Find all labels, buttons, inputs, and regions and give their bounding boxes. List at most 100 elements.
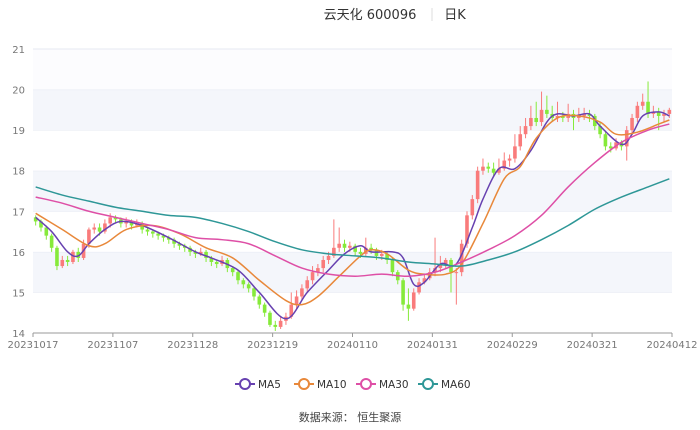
candle-body: [529, 117, 533, 127]
candle-body: [454, 272, 459, 274]
period-label[interactable]: 日K: [444, 8, 466, 23]
grid-band: [33, 89, 672, 131]
candle-body: [342, 243, 347, 248]
candle-body: [486, 166, 491, 169]
data-source: 数据来源： 恒生聚源: [299, 410, 402, 424]
candle-body: [278, 320, 283, 327]
candle-body: [411, 292, 416, 309]
candle-body: [401, 280, 405, 305]
grid-band: [33, 251, 672, 293]
candle-body: [151, 231, 155, 234]
x-tick-label: 20240412: [647, 340, 698, 351]
y-tick-label: 21: [12, 45, 25, 56]
y-tick-label: 16: [12, 248, 25, 259]
candle-body: [156, 233, 160, 236]
candle-body: [406, 304, 411, 309]
candle-body: [145, 229, 150, 232]
candle-down: [268, 310, 272, 327]
candle-body: [268, 312, 272, 325]
y-tick-label: 15: [12, 288, 25, 299]
candle-body: [294, 296, 299, 305]
candle-body: [513, 146, 517, 159]
candle-body: [241, 280, 246, 285]
legend-label: MA30: [379, 379, 409, 391]
legend-circle-icon: [360, 378, 372, 390]
candle-body: [108, 217, 113, 224]
candle-body: [630, 117, 634, 131]
grid-band: [33, 211, 672, 252]
legend-item-ma60[interactable]: MA60: [418, 378, 471, 391]
candle-body: [640, 101, 645, 106]
legend-item-ma5[interactable]: MA5: [235, 378, 281, 391]
candle-body: [246, 284, 251, 289]
candle-body: [310, 272, 315, 281]
y-tick-label: 18: [12, 167, 25, 178]
y-tick-label: 19: [12, 126, 25, 137]
candle-body: [273, 324, 278, 327]
candle-body: [337, 243, 341, 248]
candle-body: [603, 134, 608, 147]
candle-body: [262, 304, 267, 313]
candle-body: [379, 253, 384, 256]
legend-label: MA5: [258, 379, 281, 391]
candle-body: [635, 105, 640, 118]
candle-body: [65, 259, 70, 262]
candle-body: [348, 245, 352, 248]
candle-up: [475, 166, 480, 204]
grid-band: [33, 292, 672, 333]
legend-circle-icon: [422, 378, 434, 390]
candle-body: [55, 247, 59, 267]
grid-band: [33, 49, 672, 90]
legend-item-ma10[interactable]: MA10: [294, 378, 347, 391]
candle-body: [481, 166, 485, 171]
x-tick-label: 20231219: [247, 340, 298, 351]
candle-body: [236, 272, 240, 281]
grid-band: [33, 170, 672, 212]
candle-body: [300, 288, 304, 297]
legend-circle-icon: [239, 378, 251, 390]
candle-body: [326, 255, 331, 260]
x-tick-label: 20240131: [407, 340, 458, 351]
candle-body: [417, 282, 421, 293]
y-tick-label: 20: [12, 86, 25, 97]
legend-item-ma30[interactable]: MA30: [356, 378, 409, 391]
candle-body: [252, 288, 256, 297]
legend-circle-icon: [298, 378, 310, 390]
kline-chart: 云天化 600096 日K 14 15 16 17 18 19 20 21 20231017 2…: [8, 8, 698, 424]
chart-title: 云天化 600096: [324, 8, 417, 23]
candle-body: [60, 259, 65, 267]
candle-body: [518, 134, 523, 147]
candle-body: [97, 227, 102, 232]
candle-body: [321, 259, 326, 269]
candle-body: [71, 251, 75, 262]
candle-body: [44, 227, 49, 236]
candle-body: [230, 268, 235, 273]
x-tick-label: 20231017: [8, 340, 59, 351]
grid-band: [33, 130, 672, 171]
candle-body: [390, 259, 395, 273]
candle-body: [470, 199, 475, 216]
legend-label: MA60: [441, 379, 471, 391]
candle-body: [534, 117, 539, 123]
candle-body: [545, 109, 549, 114]
candle-body: [507, 158, 512, 161]
candle-body: [214, 262, 219, 265]
x-tick-label: 20240229: [487, 340, 538, 351]
candle-body: [49, 235, 54, 248]
x-tick-label: 20231107: [87, 340, 138, 351]
x-tick-label: 20231128: [167, 340, 218, 351]
y-tick-label: 14: [12, 329, 25, 340]
candle-up: [71, 249, 75, 265]
candle-body: [475, 170, 480, 200]
x-tick-label: 20240110: [327, 340, 378, 351]
candle-body: [491, 168, 496, 173]
candle-body: [523, 126, 528, 135]
candle-body: [358, 251, 363, 254]
candle-body: [667, 109, 672, 114]
candle-body: [539, 109, 544, 123]
x-tick-label: 20240321: [567, 340, 618, 351]
candle-body: [305, 280, 310, 289]
candle-body: [257, 296, 262, 305]
y-tick-label: 17: [12, 207, 25, 218]
candle-body: [92, 227, 97, 230]
